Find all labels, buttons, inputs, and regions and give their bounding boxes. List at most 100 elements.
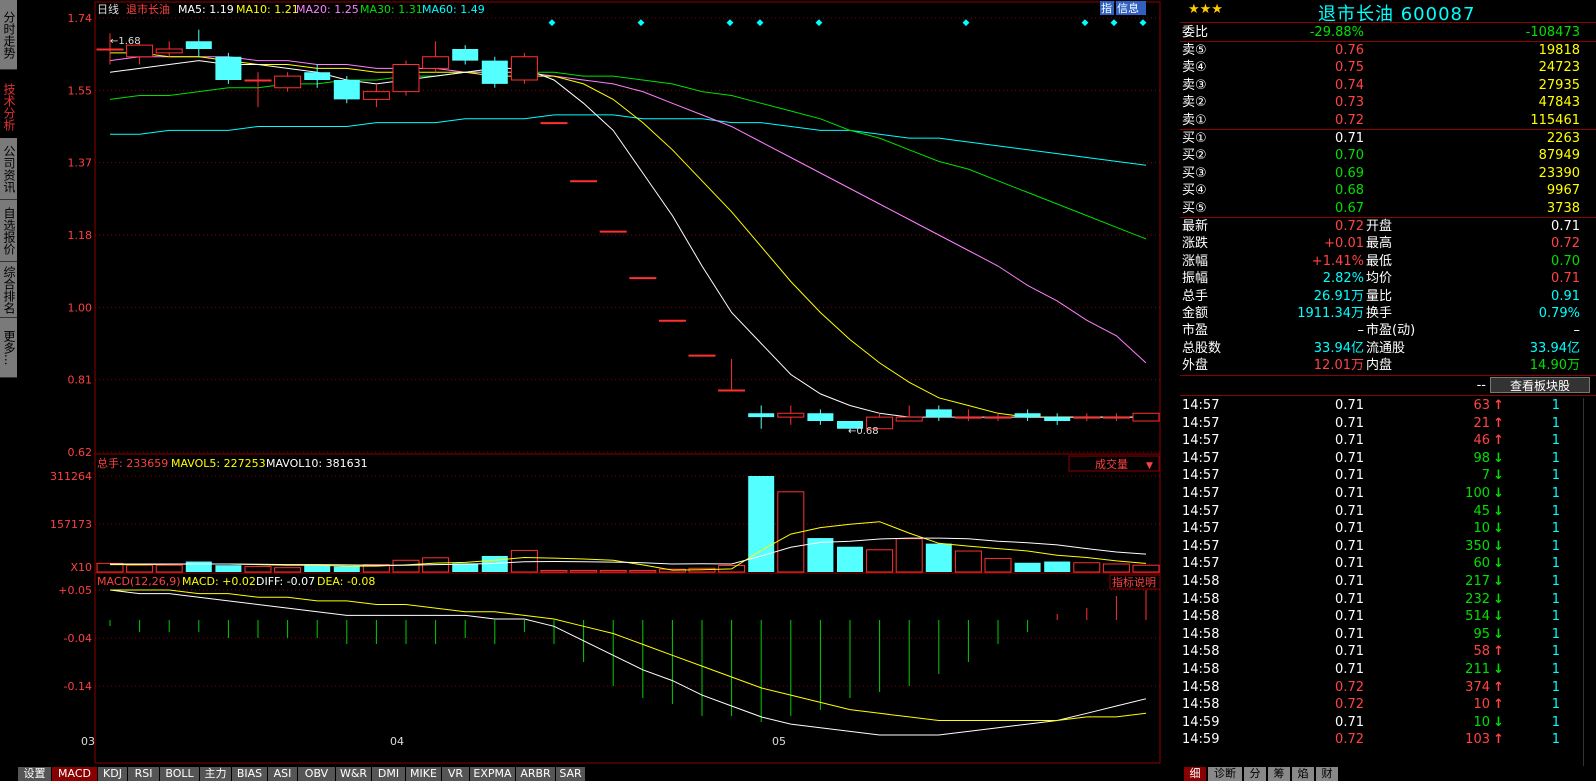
view-sector-button[interactable]: 查看板块股 — [1490, 377, 1590, 393]
right-tab-5[interactable]: 财 — [1316, 767, 1338, 781]
tick-row[interactable]: 14:58 0.71 58 1 ↑ — [1180, 643, 1596, 661]
event-marker: ◆ — [638, 18, 645, 28]
tick-time: 14:57 — [1182, 450, 1220, 466]
ask-level[interactable]: 卖① 0.72 115461 — [1180, 112, 1596, 129]
volume-bar-up — [244, 565, 272, 573]
macd-axis-label: -0.04 — [64, 632, 92, 645]
weibi-row: 委比 -29.88% -108473 — [1180, 24, 1596, 41]
candle-down — [185, 41, 212, 49]
stat-value: – — [1357, 323, 1365, 339]
right-tab-2[interactable]: 分 — [1244, 767, 1266, 781]
bid-level[interactable]: 买③ 0.69 23390 — [1180, 165, 1596, 182]
bid-price: 0.69 — [1335, 165, 1364, 181]
indicator-help-button[interactable]: 指标说明 — [1109, 574, 1161, 590]
volume-bar-up — [1132, 564, 1160, 573]
vol-axis-label: 157173 — [50, 518, 92, 531]
right-tab-3[interactable]: 筹 — [1268, 767, 1290, 781]
bid-level[interactable]: 买④ 0.68 9967 — [1180, 182, 1596, 199]
indicator-tab-5[interactable]: 主力 — [200, 767, 232, 781]
bid-level[interactable]: 买⑤ 0.67 3738 — [1180, 200, 1596, 217]
tick-row[interactable]: 14:57 0.71 10 1 ↓ — [1180, 520, 1596, 538]
price-axis-label: 1.37 — [68, 157, 93, 170]
tick-row[interactable]: 14:57 0.71 60 1 ↓ — [1180, 555, 1596, 573]
tick-price: 0.72 — [1335, 732, 1364, 748]
candle-up — [688, 354, 716, 357]
right-tab-4[interactable]: 焰 — [1292, 767, 1314, 781]
arrow-up-icon: ↑ — [1493, 679, 1504, 695]
tick-count: 1 — [1551, 679, 1560, 695]
stat-label-2: 量比 — [1366, 288, 1393, 304]
tick-count: 1 — [1551, 697, 1560, 713]
volume-bar-down — [1014, 562, 1041, 572]
right-tab-0[interactable]: 细 — [1184, 767, 1206, 781]
indicator-tab-11[interactable]: MIKE — [406, 767, 442, 781]
right-tab-bar: 细诊断分筹焰财 — [1180, 767, 1596, 781]
stat-label-2: 内盘 — [1366, 358, 1393, 374]
period-label: 日线 — [97, 2, 119, 16]
candle-up — [1132, 412, 1160, 422]
indicator-tab-13[interactable]: EXPMA — [470, 767, 516, 781]
ask-level[interactable]: 卖④ 0.75 24723 — [1180, 59, 1596, 76]
bid-volume: 87949 — [1538, 148, 1580, 164]
info-button-label: 信息 — [1117, 1, 1139, 15]
ask-level[interactable]: 卖⑤ 0.76 19818 — [1180, 42, 1596, 59]
indicator-tab-0[interactable]: 设置 — [18, 767, 52, 781]
arrow-down-icon: ↓ — [1493, 626, 1504, 642]
indicator-tab-2[interactable]: KDJ — [98, 767, 128, 781]
tick-row[interactable]: 14:58 0.71 232 1 ↓ — [1180, 591, 1596, 609]
tick-volume: 211 — [1465, 662, 1490, 677]
tick-time: 14:59 — [1182, 732, 1220, 748]
indicator-tab-7[interactable]: ASI — [268, 767, 298, 781]
tick-row[interactable]: 14:58 0.72 374 1 ↑ — [1180, 679, 1596, 697]
ask-level[interactable]: 卖② 0.73 47843 — [1180, 94, 1596, 111]
weibi-label: 委比 — [1182, 25, 1209, 40]
tick-row[interactable]: 14:57 0.71 100 1 ↓ — [1180, 485, 1596, 503]
indicator-tab-9[interactable]: W&R — [336, 767, 372, 781]
bid-level[interactable]: 买② 0.70 87949 — [1180, 147, 1596, 164]
bid-price: 0.71 — [1335, 131, 1364, 146]
tick-row[interactable]: 14:59 0.72 103 1 ↑ — [1180, 731, 1596, 749]
stat-value-2: 0.79% — [1538, 306, 1580, 321]
volume-selector[interactable]: 成交量 ▼ — [1068, 455, 1160, 472]
tick-row[interactable]: 14:58 0.71 211 1 ↓ — [1180, 661, 1596, 679]
right-tab-1[interactable]: 诊断 — [1208, 767, 1242, 781]
ask-level[interactable]: 卖③ 0.74 27935 — [1180, 77, 1596, 94]
tick-volume: 350 — [1465, 538, 1490, 554]
indicator-tab-10[interactable]: DMI — [372, 767, 406, 781]
tick-row[interactable]: 14:59 0.71 10 1 ↓ — [1180, 714, 1596, 732]
tick-row[interactable]: 14:57 0.71 350 1 ↓ — [1180, 538, 1596, 556]
indicator-tab-1[interactable]: MACD — [52, 767, 98, 781]
bid-level[interactable]: 买① 0.71 2263 — [1180, 130, 1596, 147]
kline-chart[interactable]: 1.74 1.55 1.37 1.18 1.00 0.81 0.62 日线 退市长油 MA5: 1… — [0, 0, 1180, 767]
tick-row[interactable]: 14:58 0.71 514 1 ↓ — [1180, 608, 1596, 626]
tick-row[interactable]: 14:57 0.71 45 1 ↓ — [1180, 503, 1596, 521]
indicator-tab-3[interactable]: RSI — [128, 767, 160, 781]
tick-row[interactable]: 14:57 0.71 98 1 ↓ — [1180, 450, 1596, 468]
tick-row[interactable]: 14:58 0.71 95 1 ↓ — [1180, 626, 1596, 644]
tick-row[interactable]: 14:57 0.71 63 1 ↑ — [1180, 397, 1596, 415]
info-button[interactable]: 信息 — [1116, 1, 1146, 15]
indicator-tab-14[interactable]: ARBR — [516, 767, 556, 781]
tick-row[interactable]: 14:57 0.71 7 1 ↓ — [1180, 467, 1596, 485]
stat-label: 涨幅 — [1182, 253, 1209, 269]
indicator-tab-15[interactable]: SAR — [556, 767, 586, 781]
indicator-tab-8[interactable]: OBV — [298, 767, 336, 781]
tick-count: 1 — [1551, 626, 1560, 642]
candle-down — [1014, 413, 1041, 418]
zhi-button[interactable]: 指 — [1100, 1, 1114, 15]
tick-scrollbar[interactable] — [1583, 398, 1595, 766]
bid-price: 0.68 — [1335, 183, 1364, 199]
tick-row[interactable]: 14:57 0.71 46 1 ↑ — [1180, 432, 1596, 450]
tick-row[interactable]: 14:58 0.71 217 1 ↓ — [1180, 573, 1596, 591]
stat-row: 涨幅 +1.41% 最低 0.70 — [1180, 253, 1596, 270]
stat-value-2: 0.71 — [1551, 271, 1580, 287]
arrow-down-icon: ↓ — [1493, 486, 1504, 501]
volume-bar-up — [540, 569, 568, 573]
indicator-tab-6[interactable]: BIAS — [232, 767, 268, 781]
tick-count: 1 — [1551, 433, 1560, 449]
tick-row[interactable]: 14:58 0.72 10 1 ↑ — [1180, 696, 1596, 714]
indicator-tab-4[interactable]: BOLL — [160, 767, 200, 781]
indicator-tab-12[interactable]: VR — [442, 767, 470, 781]
tick-row[interactable]: 14:57 0.71 21 1 ↑ — [1180, 415, 1596, 433]
ma30-value: MA30: 1.31 — [360, 3, 423, 16]
